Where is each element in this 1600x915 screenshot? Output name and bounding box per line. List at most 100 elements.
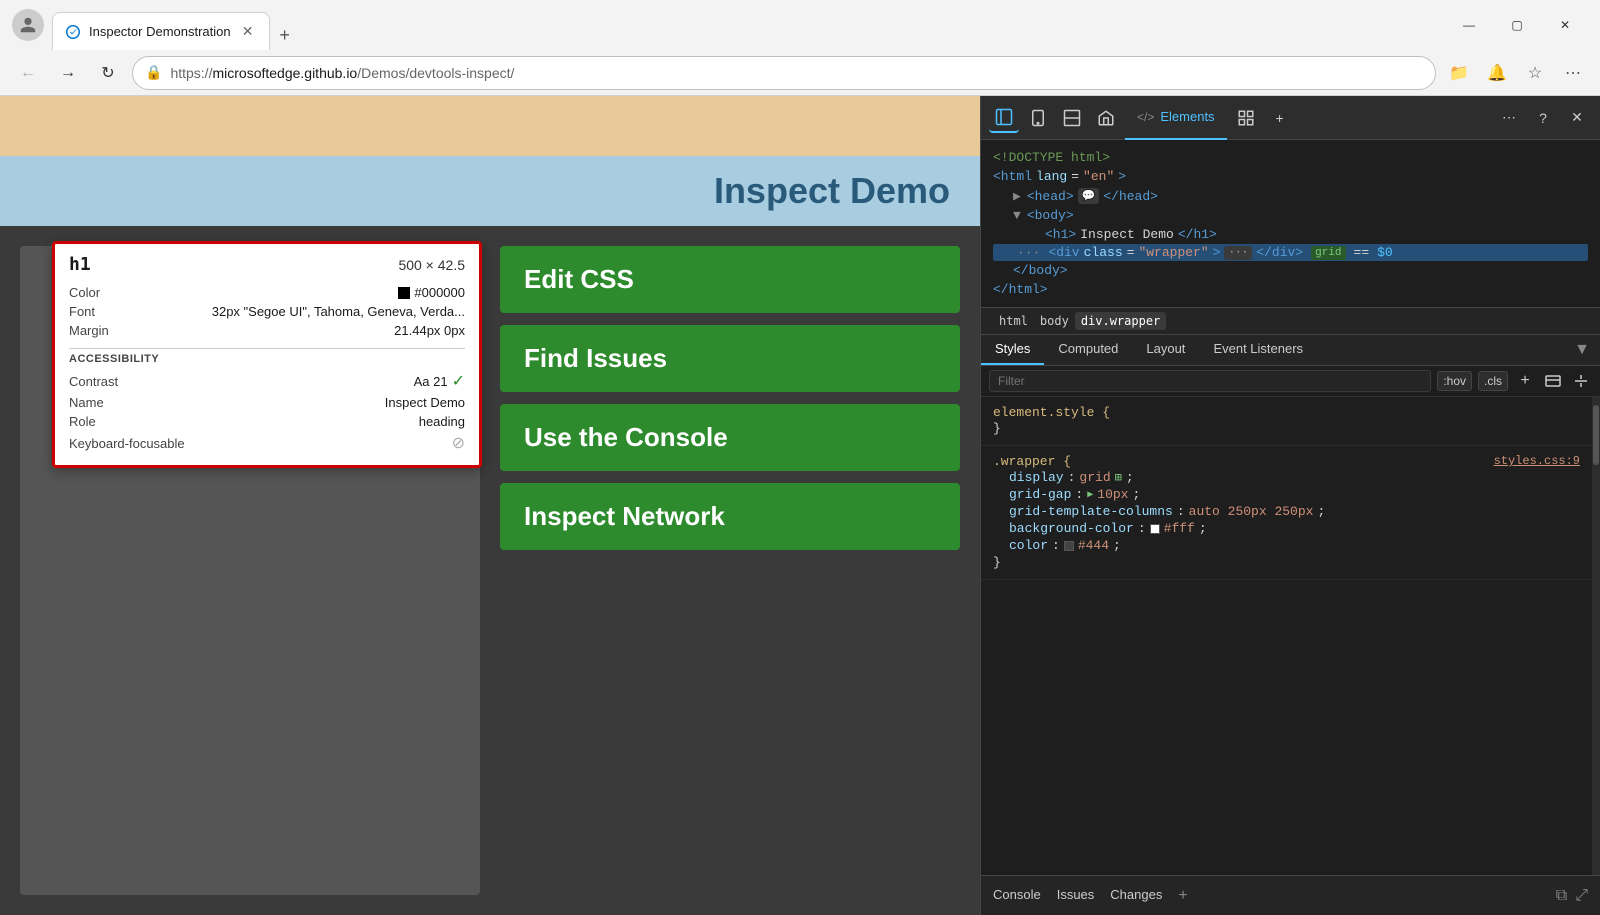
tooltip-size: 500 × 42.5 <box>398 257 465 273</box>
address-input-wrap[interactable]: 🔒 https://microsoftedge.github.io/Demos/… <box>132 56 1436 90</box>
styles-panel: Styles Computed Layout Event Listeners ▼… <box>981 335 1600 875</box>
html-head-tag[interactable]: ▶ <head> 💬 </head> <box>993 186 1588 206</box>
scrollbar-thumb[interactable] <box>1593 405 1599 465</box>
styles-tab-arrow[interactable]: ▼ <box>1564 335 1600 365</box>
add-tab-icon[interactable]: + <box>1265 103 1295 133</box>
tooltip-contrast-label: Contrast <box>69 374 118 389</box>
page-h1: Inspect Demo <box>714 170 950 212</box>
maximize-button[interactable]: ▢ <box>1494 9 1540 41</box>
wrapper-dots[interactable]: ··· <box>1224 246 1252 260</box>
css-element-style-close: } <box>993 420 1580 437</box>
tab-favicon <box>65 24 81 40</box>
add-style-button[interactable]: + <box>1514 370 1536 392</box>
close-button[interactable]: ✕ <box>1542 9 1588 41</box>
css-close-brace-2: } <box>993 555 1001 570</box>
tooltip-role-value: heading <box>419 414 465 429</box>
styles-tab-event-listeners[interactable]: Event Listeners <box>1199 335 1317 365</box>
new-tab-button[interactable]: + <box>270 20 300 50</box>
lock-icon: 🔒 <box>145 64 162 81</box>
settings-icon[interactable]: ⋯ <box>1558 58 1588 88</box>
inspector-tooltip: h1 500 × 42.5 Color #000000 Font 32px "S… <box>52 241 482 468</box>
breadcrumb-body[interactable]: body <box>1034 312 1075 330</box>
styles-tab-styles[interactable]: Styles <box>981 335 1044 365</box>
tooltip-color-row: Color #000000 <box>69 283 465 302</box>
tab-close-icon[interactable]: ✕ <box>239 23 257 41</box>
css-element-style-block: element.style { } <box>981 397 1592 446</box>
find-issues-button[interactable]: Find Issues <box>500 325 960 392</box>
head-dots[interactable]: 💬 <box>1078 188 1100 204</box>
html-doctype: <!DOCTYPE html> <box>993 148 1588 167</box>
forward-button[interactable]: → <box>52 57 84 89</box>
doctype-text: <!DOCTYPE html> <box>993 150 1110 165</box>
device-toolbar-icon[interactable] <box>1023 103 1053 133</box>
breadcrumb-html[interactable]: html <box>993 312 1034 330</box>
devtools-more-icon[interactable]: ⋯ <box>1494 103 1524 133</box>
css-link-styles[interactable]: styles.css:9 <box>1494 454 1580 469</box>
favorites-icon[interactable]: ☆ <box>1520 58 1550 88</box>
tooltip-tag: h1 <box>69 254 91 275</box>
use-console-button[interactable]: Use the Console <box>500 404 960 471</box>
new-style-rule-icon[interactable] <box>1542 370 1564 392</box>
help-icon[interactable]: ? <box>1528 103 1558 133</box>
color-swatch[interactable] <box>1064 541 1074 551</box>
devtools-close-icon[interactable]: ✕ <box>1562 103 1592 133</box>
tooltip-font-value: 32px "Segoe UI", Tahoma, Geneva, Verda..… <box>212 304 465 319</box>
tooltip-margin-label: Margin <box>69 323 109 338</box>
toggle-panel-icon[interactable] <box>1057 103 1087 133</box>
breadcrumb-divwrapper[interactable]: div.wrapper <box>1075 312 1166 330</box>
minimize-button[interactable]: — <box>1446 9 1492 41</box>
main-area: Inspect Demo Edit CSS Find Issues Use th… <box>0 96 1600 915</box>
active-tab[interactable]: Inspector Demonstration ✕ <box>52 12 270 50</box>
css-element-style-selector-line: element.style { <box>993 405 1580 420</box>
styles-tab-layout[interactable]: Layout <box>1132 335 1199 365</box>
add-bottom-tab[interactable]: + <box>1178 887 1187 905</box>
css-grid-icon[interactable]: ⊞ <box>1115 470 1122 485</box>
elements-tab-label: Elements <box>1160 109 1214 124</box>
html-html-tag: <html lang="en" > <box>993 167 1588 186</box>
tooltip-margin-value: 21.44px 0px <box>394 323 465 338</box>
issues-tab[interactable]: Issues <box>1057 883 1095 908</box>
css-semi-1: ; <box>1126 470 1134 485</box>
bottom-expand-icon[interactable]: ⤢ <box>1575 887 1588 905</box>
devtools-tab-elements[interactable]: </> Elements <box>1125 96 1227 140</box>
cls-button[interactable]: .cls <box>1478 371 1508 391</box>
bgcolor-swatch[interactable] <box>1150 524 1160 534</box>
devtools-tab-other[interactable] <box>1231 103 1261 133</box>
filter-input[interactable] <box>989 370 1431 392</box>
profile-icon[interactable] <box>12 9 44 41</box>
collections-icon[interactable]: 📁 <box>1444 58 1474 88</box>
body-arrow[interactable]: ▼ <box>1013 208 1021 223</box>
devtools-scrollbar[interactable] <box>1592 397 1600 875</box>
inspect-network-button[interactable]: Inspect Network <box>500 483 960 550</box>
color-swatch-black <box>398 287 410 299</box>
read-aloud-icon[interactable]: 🔔 <box>1482 58 1512 88</box>
bottom-screenshot-icon[interactable]: ⧉ <box>1556 887 1567 905</box>
bottom-icons: ⧉ ⤢ <box>1556 887 1588 905</box>
css-display-prop: display <box>1009 470 1064 485</box>
css-element-style-selector: element.style { <box>993 405 1110 420</box>
css-color-line: color : #444 ; <box>993 537 1580 554</box>
hov-pseudo-button[interactable]: :hov <box>1437 371 1472 391</box>
toggle-element-state-icon[interactable] <box>1570 370 1592 392</box>
css-grid-gap-arrow[interactable]: ▶ <box>1087 489 1093 501</box>
home-icon[interactable] <box>1091 103 1121 133</box>
tooltip-role-label: Role <box>69 414 96 429</box>
styles-tab-computed[interactable]: Computed <box>1044 335 1132 365</box>
html-div-wrapper-tag[interactable]: ··· <div class="wrapper"> ··· </div> gri… <box>993 244 1588 261</box>
grid-badge[interactable]: grid <box>1311 246 1345 260</box>
tooltip-contrast-row: Contrast Aa 21 ✓ <box>69 369 465 393</box>
html-h1-tag[interactable]: <h1>Inspect Demo</h1> <box>993 225 1588 244</box>
html-body-tag[interactable]: ▼ <body> <box>993 206 1588 225</box>
page-content: Inspect Demo Edit CSS Find Issues Use th… <box>0 96 980 915</box>
refresh-button[interactable]: ↻ <box>92 57 124 89</box>
head-arrow[interactable]: ▶ <box>1013 189 1021 204</box>
edit-css-button[interactable]: Edit CSS <box>500 246 960 313</box>
css-color-prop: color <box>1009 538 1048 553</box>
tab-title: Inspector Demonstration <box>89 24 231 39</box>
tooltip-font-row: Font 32px "Segoe UI", Tahoma, Geneva, Ve… <box>69 302 465 321</box>
inspect-element-icon[interactable] <box>989 103 1019 133</box>
changes-tab[interactable]: Changes <box>1110 883 1162 908</box>
back-button[interactable]: ← <box>12 57 44 89</box>
devtools-bottom-bar: Console Issues Changes + ⧉ ⤢ <box>981 875 1600 915</box>
console-tab[interactable]: Console <box>993 883 1041 908</box>
